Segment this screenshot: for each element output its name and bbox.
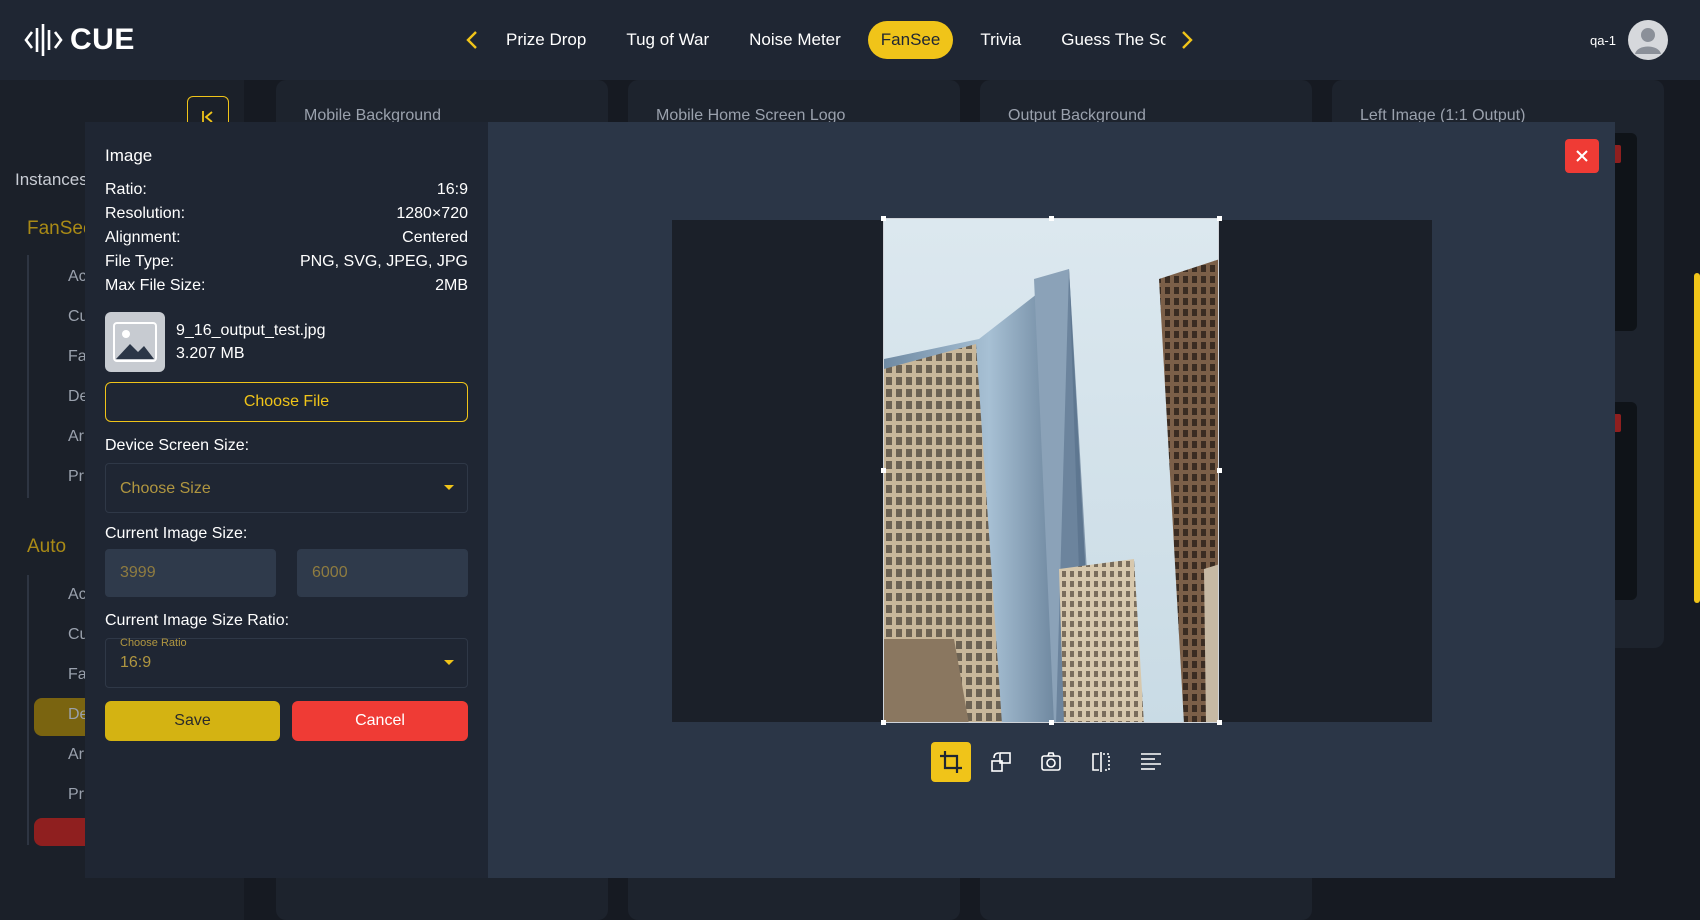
chevron-down-icon: [444, 485, 454, 490]
crop-handle[interactable]: [1217, 216, 1222, 221]
nav-item-fansee[interactable]: FanSee: [867, 21, 954, 59]
chevron-right-icon[interactable]: [1173, 20, 1201, 60]
spec-row-resolution: Resolution: 1280×720: [105, 205, 468, 227]
camera-rotate-icon[interactable]: [1031, 742, 1071, 782]
user-menu[interactable]: qa-1: [1590, 20, 1668, 60]
section-title: Image: [105, 146, 153, 165]
editor-toolbar: [931, 742, 1171, 782]
ratio-label: Current Image Size Ratio:: [105, 612, 290, 629]
flip-horizontal-icon[interactable]: [1081, 742, 1121, 782]
spec-value: 2MB: [435, 277, 468, 294]
app-logo[interactable]: CUE: [24, 20, 135, 60]
choose-file-button[interactable]: Choose File: [105, 382, 468, 422]
spec-value: 16:9: [436, 181, 468, 198]
device-size-value: Choose Size: [120, 480, 211, 497]
sidebar-item[interactable]: Ar: [68, 746, 84, 764]
selected-file: 9_16_output_test.jpg 3.207 MB: [105, 311, 468, 373]
logo-text: CUE: [70, 23, 135, 56]
sidebar-item[interactable]: Ac: [68, 586, 87, 604]
game-nav: Prize Drop Tug of War Noise Meter FanSee…: [458, 20, 1201, 60]
ratio-select[interactable]: Choose Ratio 16:9: [105, 637, 468, 688]
spec-label: Ratio:: [105, 181, 147, 198]
crop-handle[interactable]: [1217, 720, 1222, 725]
rotate-icon[interactable]: [981, 742, 1021, 782]
nav-item-tug-of-war[interactable]: Tug of War: [613, 21, 722, 59]
sidebar-divider: [27, 255, 29, 498]
image-settings-panel: Image Ratio: 16:9 Resolution: 1280×720 A…: [85, 122, 488, 878]
sidebar-item[interactable]: Fa: [68, 348, 87, 366]
sidebar-item[interactable]: Ac: [68, 268, 87, 286]
spec-label: Alignment:: [105, 229, 181, 246]
image-width-input[interactable]: [105, 549, 276, 597]
nav-item-guess-the-score[interactable]: Guess The Score: [1048, 21, 1166, 59]
ratio-value: 16:9: [120, 654, 152, 671]
spec-value: PNG, SVG, JPEG, JPG: [299, 253, 468, 270]
cancel-button[interactable]: Cancel: [292, 701, 468, 741]
spec-row-file-type: File Type: PNG, SVG, JPEG, JPG: [105, 253, 468, 275]
file-size: 3.207 MB: [176, 344, 245, 362]
crop-handle[interactable]: [1049, 216, 1054, 221]
align-left-icon[interactable]: [1131, 742, 1171, 782]
sidebar-item[interactable]: Pr: [68, 786, 84, 804]
spec-row-max-file-size: Max File Size: 2MB: [105, 277, 468, 299]
user-name: qa-1: [1589, 32, 1616, 48]
sidebar-item[interactable]: Fa: [68, 666, 87, 684]
save-button[interactable]: Save: [105, 701, 280, 741]
chevron-left-icon[interactable]: [458, 20, 486, 60]
device-size-label: Device Screen Size:: [105, 437, 250, 454]
cropped-image[interactable]: [883, 218, 1219, 723]
nav-item-noise-meter[interactable]: Noise Meter: [736, 21, 854, 59]
sidebar-item[interactable]: Ar: [68, 428, 84, 446]
logo-mark-icon: [24, 24, 63, 56]
spec-label: Max File Size:: [105, 277, 206, 294]
spec-row-alignment: Alignment: Centered: [105, 229, 468, 251]
image-placeholder-icon: [105, 312, 165, 372]
crop-handle[interactable]: [1217, 468, 1222, 473]
top-bar: CUE Prize Drop Tug of War Noise Meter Fa…: [0, 0, 1700, 80]
ratio-float-label: Choose Ratio: [120, 637, 187, 649]
image-editor-modal: Image Ratio: 16:9 Resolution: 1280×720 A…: [85, 122, 1615, 878]
device-size-select[interactable]: Choose Size: [105, 463, 468, 513]
spec-value: 1280×720: [396, 205, 468, 222]
sidebar-group-fansee[interactable]: FanSee: [27, 218, 94, 240]
user-avatar-icon[interactable]: [1628, 20, 1668, 60]
file-name: 9_16_output_test.jpg: [176, 321, 326, 339]
spec-label: File Type:: [105, 253, 175, 270]
spec-row-ratio: Ratio: 16:9: [105, 181, 468, 203]
nav-item-trivia[interactable]: Trivia: [967, 21, 1034, 59]
spec-value: Centered: [402, 229, 468, 246]
crop-handle[interactable]: [881, 216, 886, 221]
spec-label: Resolution:: [105, 205, 186, 222]
sidebar-item[interactable]: Pr: [68, 468, 84, 486]
nav-item-prize-drop[interactable]: Prize Drop: [493, 21, 599, 59]
image-size-label: Current Image Size:: [105, 525, 248, 542]
page-scrollbar[interactable]: [1694, 273, 1700, 603]
sidebar-divider: [27, 575, 29, 845]
sidebar-group-auto[interactable]: Auto: [27, 536, 66, 558]
chevron-down-icon: [444, 660, 454, 665]
crop-icon[interactable]: [931, 742, 971, 782]
close-icon[interactable]: [1565, 139, 1599, 173]
crop-handle[interactable]: [881, 720, 886, 725]
sidebar-title: Instances: [15, 170, 88, 189]
image-height-input[interactable]: [297, 549, 468, 597]
crop-handle[interactable]: [881, 468, 886, 473]
crop-handle[interactable]: [1049, 720, 1054, 725]
